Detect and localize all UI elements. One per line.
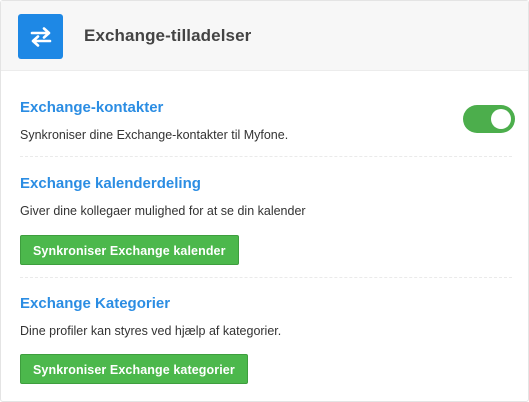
- exchange-permissions-card: Exchange-tilladelser Exchange-kontakter …: [0, 0, 529, 402]
- calendar-description: Giver dine kollegaer mulighed for at se …: [20, 204, 306, 218]
- divider: [20, 277, 512, 278]
- contacts-section: Exchange-kontakter Synkroniser dine Exch…: [20, 99, 512, 142]
- contacts-title: Exchange-kontakter: [20, 99, 164, 116]
- calendar-title: Exchange kalenderdeling: [20, 175, 201, 192]
- sync-calendar-button[interactable]: Synkroniser Exchange kalender: [20, 235, 239, 265]
- categories-description: Dine profiler kan styres ved hjælp af ka…: [20, 324, 282, 338]
- divider: [20, 156, 512, 157]
- toggle-knob: [491, 109, 511, 129]
- page-title: Exchange-tilladelser: [84, 26, 252, 45]
- swap-arrows-icon: [18, 14, 63, 59]
- contacts-description: Synkroniser dine Exchange-kontakter til …: [20, 128, 289, 142]
- calendar-section: Exchange kalenderdeling Giver dine kolle…: [20, 175, 512, 218]
- card-header: Exchange-tilladelser: [1, 1, 528, 71]
- categories-section: Exchange Kategorier Dine profiler kan st…: [20, 295, 512, 338]
- sync-categories-button[interactable]: Synkroniser Exchange kategorier: [20, 354, 248, 384]
- categories-title: Exchange Kategorier: [20, 295, 171, 312]
- contacts-sync-toggle[interactable]: [463, 105, 515, 133]
